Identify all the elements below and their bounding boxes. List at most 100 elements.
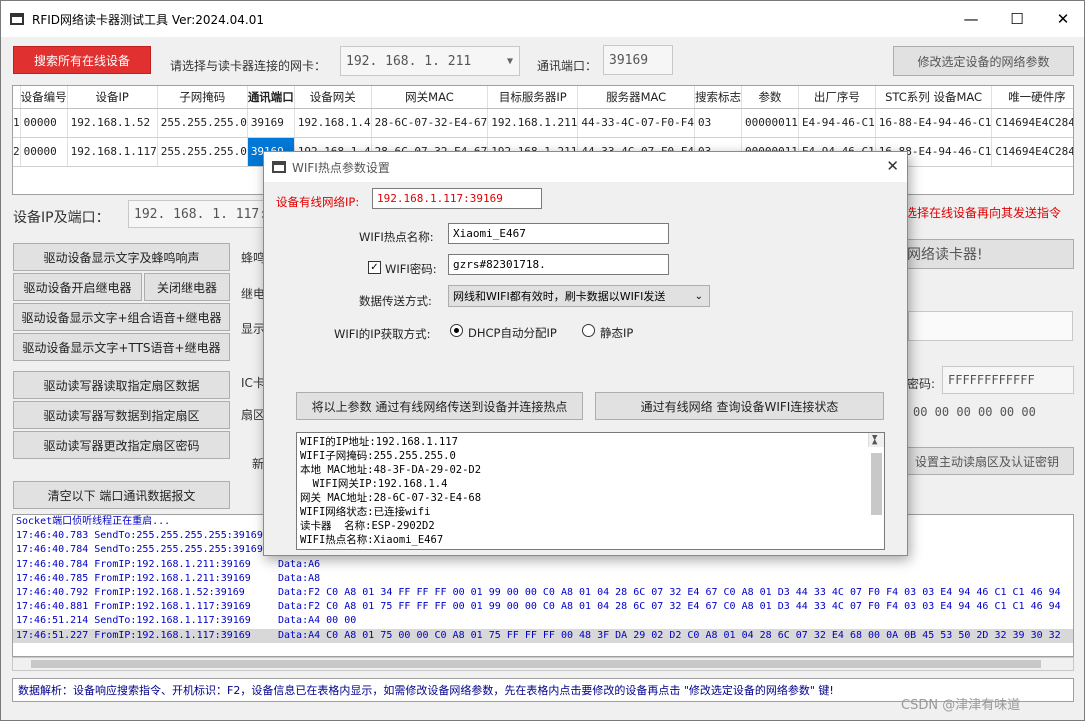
col-header[interactable]: 网关MAC [371,86,489,109]
wired-ip-label: 设备有线网络IP: [276,195,360,209]
dialog-title: WIFI热点参数设置 [292,160,390,175]
watermark: CSDN @津津有味道 [901,698,1021,713]
password-checkbox[interactable]: ✓ [368,261,381,274]
col-header[interactable]: 搜索标志 [694,86,742,109]
col-header[interactable]: 设备编号 [20,86,68,109]
table-cell[interactable]: 255.255.255.0 [157,137,248,167]
mode-label: 数据传送方式: [359,294,432,308]
sector-data-input[interactable]: 00 00 00 00 00 00 [908,397,1074,427]
beep-label: 蜂鸣 [241,251,266,265]
display-text-input[interactable] [908,311,1073,341]
table-cell[interactable]: 192.168.1.211 [487,108,579,138]
log-row: 17:46:40.785 FromIP:192.168.1.211:39169 D… [16,572,321,584]
table-cell[interactable]: 00000 [20,108,68,138]
log-row: 17:46:40.784 FromIP:192.168.1.211:39169 D… [16,558,321,570]
window-title: RFID网络读卡器测试工具 Ver:2024.04.01 [32,12,264,27]
read-sector-button[interactable]: 驱动读写器读取指定扇区数据 [13,371,230,399]
info-scrollbar[interactable]: ▲ ▼ [868,433,884,515]
ssid-input[interactable]: Xiaomi_E467 [448,223,669,244]
row-number: 1 [13,108,21,138]
table-cell[interactable]: 255.255.255.0 [157,108,248,138]
col-header[interactable]: 通讯端口 [247,86,295,109]
table-cell[interactable]: C14694E4C2849 [991,108,1073,138]
info-line: 网关 MAC地址:28-6C-07-32-E4-68 [300,492,482,504]
scroll-thumb[interactable] [871,453,882,515]
ipport-label: 设备IP及端口： [13,210,110,226]
send-wifi-params-button[interactable]: 将以上参数 通过有线网络传送到设备并连接热点 [296,392,583,420]
scroll-thumb[interactable] [31,660,1041,668]
display-beep-button[interactable]: 驱动设备显示文字及蜂鸣响声 [13,243,230,271]
col-header[interactable]: 设备网关 [294,86,372,109]
relay-label: 继电 [241,287,266,301]
write-sector-button[interactable]: 驱动读写器写数据到指定扇区 [13,401,230,429]
table-cell[interactable]: 44-33-4C-07-F0-F4 [577,108,695,138]
search-devices-button[interactable]: 搜索所有在线设备 [13,46,151,74]
ssid-label: WIFI热点名称: [359,230,434,244]
wifi-dialog: WIFI热点参数设置 ✕ 设备有线网络IP: 192.168.1.117:391… [263,151,908,556]
info-line: 本地 MAC地址:48-3F-DA-29-02-D2 [300,464,482,476]
log-row: 17:46:51.214 SendTo:192.168.1.117:39169 D… [16,615,357,627]
close-relay-button[interactable]: 关闭继电器 [144,273,230,301]
info-line: WIFI的IP地址:192.168.1.117 [300,436,458,448]
scroll-down-icon[interactable]: ▼ [872,433,877,445]
log-hscrollbar[interactable] [12,657,1074,671]
dhcp-radio[interactable] [450,324,463,337]
change-key-button[interactable]: 驱动读写器更改指定扇区密码 [13,431,230,459]
log-row-selected: 17:46:51.227 FromIP:192.168.1.117:39169 D… [13,628,1073,643]
table-cell[interactable]: 192.168.1.117 [67,137,158,167]
display-label: 显示 [241,322,266,336]
table-cell[interactable]: E4-94-46-C1 [798,108,876,138]
table-cell[interactable]: 16-88-E4-94-46-C1 [875,108,993,138]
col-header[interactable]: 出厂序号 [798,86,876,109]
col-header[interactable]: 服务器MAC [577,86,695,109]
table-cell[interactable]: 192.168.1.52 [67,108,158,138]
ipport-field[interactable]: 192. 168. 1. 117:39 [128,200,268,228]
dhcp-label: DHCP自动分配IP [468,326,557,340]
port-input[interactable]: 39169 [603,45,673,75]
title-bar: RFID网络读卡器测试工具 Ver:2024.04.01 — ☐ ✕ [1,1,1084,37]
display-tts-relay-button[interactable]: 驱动设备显示文字+TTS语音+继电器 [13,333,230,361]
main-window: RFID网络读卡器测试工具 Ver:2024.04.01 — ☐ ✕ 搜索所有在… [0,0,1085,721]
open-relay-button[interactable]: 驱动设备开启继电器 [13,273,142,301]
nic-select[interactable]: 192. 168. 1. 211 ▼ [340,46,520,76]
static-ip-radio[interactable] [582,324,595,337]
dialog-title-bar: WIFI热点参数设置 [264,152,907,182]
col-header[interactable]: 目标服务器IP [487,86,579,109]
display-voice-relay-button[interactable]: 驱动设备显示文字+组合语音+继电器 [13,303,230,331]
col-header[interactable]: 子网掩码 [157,86,248,109]
col-header[interactable]: 唯一硬件序 [991,86,1073,109]
maximize-button[interactable]: ☐ [994,1,1040,37]
clear-log-button[interactable]: 清空以下 端口通讯数据报文 [13,481,230,509]
dialog-close-button[interactable]: ✕ [886,157,899,175]
set-auto-read-button[interactable]: 设置主动读扇区及认证密钥 [900,447,1074,475]
table-cell[interactable]: 00000011 [741,108,799,138]
chevron-down-icon: ⌄ [694,290,703,302]
table-cell[interactable]: 28-6C-07-32-E4-67 [371,108,489,138]
table-cell[interactable]: 00000 [20,137,68,167]
info-line: WIFI网关IP:192.168.1.4 [300,478,448,490]
mode-select[interactable]: 网线和WIFI都有效时，刷卡数据以WIFI发送 ⌄ [448,285,710,307]
table-header: 设备编号 设备IP 子网掩码 通讯端口 设备网关 网关MAC 目标服务器IP 服… [13,86,1073,109]
wifi-info-box[interactable]: WIFI的IP地址:192.168.1.117 WIFI子网掩码:255.255… [296,432,885,550]
info-line: WIFI网络状态:已连接wifi [300,506,431,518]
table-cell[interactable]: C14694E4C2849 [991,137,1073,167]
chevron-down-icon: ▼ [506,56,513,67]
wifi-password-label: WIFI密码: [385,262,437,276]
table-cell[interactable]: 39169 [247,108,295,138]
table-row[interactable]: 1 00000 192.168.1.52 255.255.255.0 39169… [13,108,1073,138]
query-wifi-status-button[interactable]: 通过有线网络 查询设备WIFI连接状态 [595,392,884,420]
modify-network-button[interactable]: 修改选定设备的网络参数 [893,46,1074,76]
col-header[interactable]: 设备IP [67,86,158,109]
close-button[interactable]: ✕ [1040,1,1085,37]
wired-ip-field[interactable]: 192.168.1.117:39169 [372,188,542,209]
wifi-password-input[interactable]: gzrs#82301718. [448,254,669,275]
col-header[interactable]: STC系列 设备MAC [875,86,993,109]
password-input[interactable]: FFFFFFFFFFFF [942,366,1074,394]
reader-button[interactable]: 网络读卡器! [900,239,1074,269]
minimize-button[interactable]: — [948,1,994,37]
info-line: 读卡器 名称:ESP-2902D2 [300,520,435,532]
table-cell[interactable]: 192.168.1.4 [294,108,372,138]
col-header[interactable]: 参数 [741,86,799,109]
dialog-icon [272,161,286,173]
table-cell[interactable]: 03 [694,108,742,138]
